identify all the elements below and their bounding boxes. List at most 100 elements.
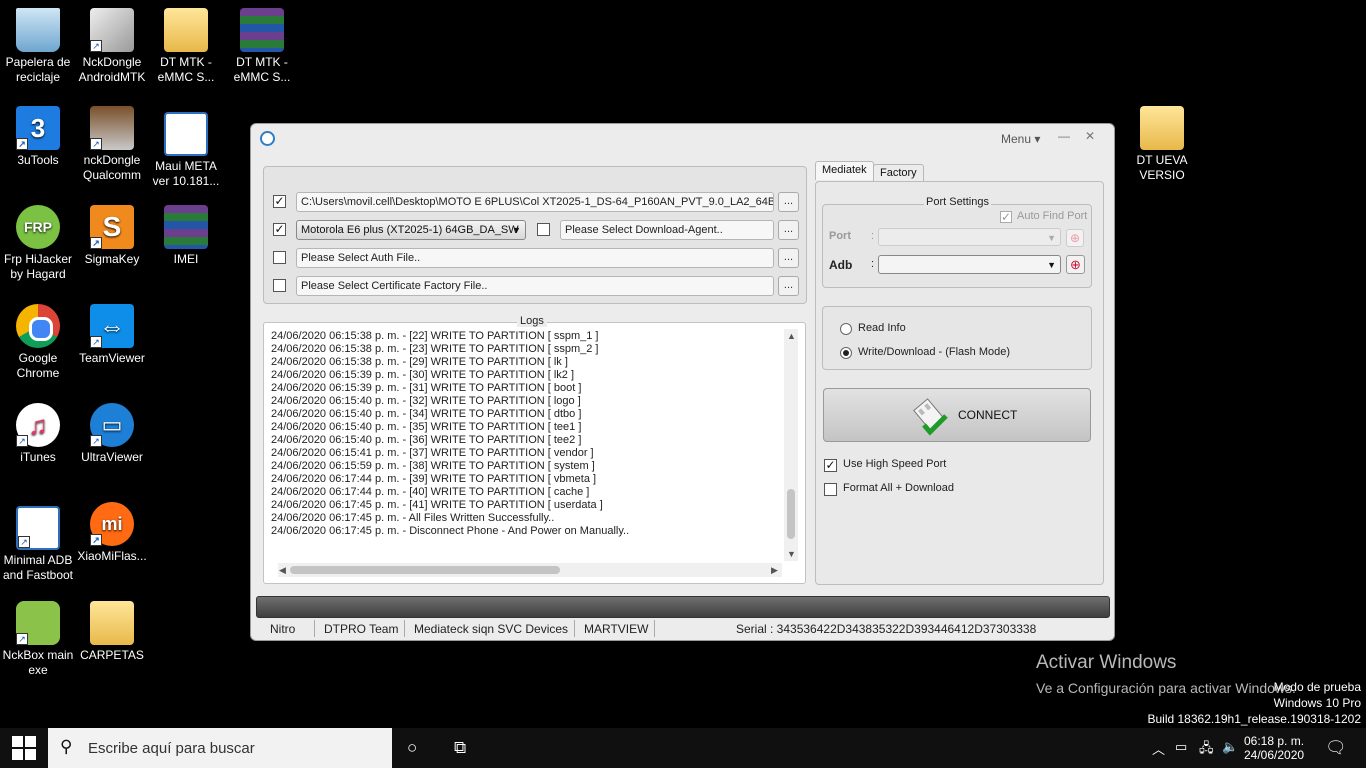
desktop-icon-chrome[interactable]: Google Chrome — [0, 304, 76, 381]
shortcut-arrow-icon: ↗ — [90, 40, 102, 52]
desktop-icon-recycle-bin[interactable]: Papelera de reciclaje — [0, 8, 76, 85]
minimize-button[interactable]: — — [1055, 130, 1073, 144]
folder-icon — [164, 8, 208, 52]
auth-checkbox[interactable] — [273, 251, 286, 264]
mode-group — [822, 306, 1092, 370]
shortcut-arrow-icon: ↗ — [16, 435, 28, 447]
tab-mediatek[interactable]: Mediatek — [815, 161, 874, 180]
logs-horizontal-scrollbar[interactable]: ◀ ▶ — [278, 563, 782, 577]
write-download-label: Write/Download - (Flash Mode) — [858, 346, 1011, 358]
adb-select[interactable]: ▼ — [878, 255, 1061, 274]
usb-connect-icon — [913, 398, 948, 436]
desktop-icon-nckdongle-qualcomm[interactable]: ↗ nckDongle Qualcomm — [74, 106, 150, 183]
maui-meta-icon — [164, 112, 208, 156]
desktop-icon-itunes[interactable]: ♫ ↗ iTunes — [0, 403, 76, 465]
desktop-icon-minimal-adb[interactable]: ↗ Minimal ADB and Fastboot — [0, 506, 76, 583]
desktop-icon-label: Minimal ADB and Fastboot — [2, 553, 74, 582]
desktop-icon-dt-ueva[interactable]: DT UEVA VERSIO — [1124, 106, 1200, 183]
high-speed-port-label: Use High Speed Port — [843, 458, 947, 470]
certificate-checkbox[interactable] — [273, 279, 286, 292]
preloader-checkbox[interactable]: ✓ — [273, 223, 286, 236]
desktop-icon-nckbox[interactable]: ↗ NckBox main exe — [0, 601, 76, 678]
log-lines: 24/06/2020 06:15:38 p. m. - [22] WRITE T… — [271, 330, 781, 538]
auto-find-port-checkbox[interactable]: ✓ — [1000, 211, 1012, 223]
status-team: DTPRO Team — [324, 622, 399, 636]
progress-bar — [256, 596, 1110, 618]
adb-refresh-button[interactable]: ⊕ — [1066, 255, 1085, 274]
xiaomi-icon: mi ↗ — [90, 502, 134, 546]
certificate-file-field[interactable]: Please Select Certificate Factory File.. — [296, 276, 774, 296]
scroll-down-icon[interactable]: ▼ — [787, 549, 796, 559]
browse-auth-button[interactable]: ... — [778, 248, 799, 268]
desktop-icon-carpetas[interactable]: CARPETAS — [74, 601, 150, 663]
browse-certificate-button[interactable]: ... — [778, 276, 799, 296]
desktop-icon-teamviewer[interactable]: ⇔ ↗ TeamViewer — [74, 304, 150, 366]
start-button[interactable] — [0, 728, 48, 768]
download-agent-checkbox[interactable] — [537, 223, 550, 236]
format-all-checkbox[interactable] — [824, 483, 837, 496]
desktop-icon-label: UltraViewer — [81, 450, 143, 464]
log-line: 24/06/2020 06:15:39 p. m. - [31] WRITE T… — [271, 382, 582, 394]
desktop-icon-frp-hijacker[interactable]: FRP Frp HiJacker by Hagard — [0, 205, 76, 282]
desktop-icon-ultraviewer[interactable]: ▭ ↗ UltraViewer — [74, 403, 150, 465]
close-button[interactable]: ✕ — [1081, 130, 1099, 144]
scatter-checkbox[interactable]: ✓ — [273, 195, 286, 208]
dropdown-arrow-icon: ▼ — [512, 225, 521, 235]
scroll-thumb[interactable] — [290, 566, 560, 574]
scroll-left-icon[interactable]: ◀ — [279, 565, 286, 576]
cortana-icon[interactable]: ○ — [407, 738, 417, 758]
desktop-icon-label: Google Chrome — [16, 351, 60, 380]
volume-icon[interactable]: 🔈 — [1222, 739, 1238, 755]
scroll-up-icon[interactable]: ▲ — [787, 331, 796, 341]
chevron-up-icon[interactable]: ︿ — [1152, 739, 1165, 758]
status-martview: MARTVIEW — [584, 622, 649, 636]
desktop-icon-imei[interactable]: IMEI — [148, 205, 224, 267]
shortcut-arrow-icon: ↗ — [90, 435, 102, 447]
status-divider — [654, 620, 655, 637]
network-icon[interactable]: 🖧 — [1199, 739, 1214, 761]
desktop-icon-label: NckDongle AndroidMTK — [78, 55, 146, 84]
scroll-thumb[interactable] — [787, 489, 795, 539]
desktop-icon-sigmakey[interactable]: S ↗ SigmaKey — [74, 205, 150, 267]
desktop-icon-label: Frp HiJacker by Hagard — [3, 252, 72, 281]
battery-icon[interactable]: ▭ — [1175, 739, 1187, 755]
scatter-path-field[interactable]: C:\Users\movil.cell\Desktop\MOTO E 6PLUS… — [296, 192, 774, 212]
logs-vertical-scrollbar[interactable]: ▲ ▼ — [784, 329, 798, 561]
download-agent-field[interactable]: Please Select Download-Agent.. — [560, 220, 774, 240]
winrar-icon — [240, 8, 284, 52]
port-refresh-button[interactable]: ⊕ — [1066, 229, 1084, 247]
desktop-icon-3utools[interactable]: 3 ↗ 3uTools — [0, 106, 76, 168]
desktop-icon-xiaomiflash[interactable]: mi ↗ XiaoMiFlas... — [74, 502, 150, 564]
menu-dropdown[interactable]: Menu ▾ — [1001, 132, 1040, 146]
log-line: 24/06/2020 06:15:40 p. m. - [32] WRITE T… — [271, 395, 581, 407]
chevron-down-icon: ▾ — [1034, 132, 1041, 146]
desktop-icon-maui-meta[interactable]: Maui META ver 10.181... — [148, 112, 224, 189]
log-line: 24/06/2020 06:17:45 p. m. - All Files Wr… — [271, 512, 555, 524]
port-select[interactable]: ▼ — [878, 228, 1061, 246]
task-view-icon[interactable]: ⧉ — [454, 738, 466, 758]
auth-file-field[interactable]: Please Select Auth File.. — [296, 248, 774, 268]
shortcut-arrow-icon: ↗ — [90, 237, 102, 249]
connect-label: CONNECT — [958, 408, 1018, 422]
connect-button[interactable]: CONNECT — [823, 388, 1091, 442]
browse-download-agent-button[interactable]: ... — [778, 220, 799, 240]
desktop-icon-dt-mtk-folder[interactable]: DT MTK -eMMC S... — [148, 8, 224, 85]
write-download-radio[interactable] — [840, 347, 852, 359]
scroll-right-icon[interactable]: ▶ — [771, 565, 778, 576]
notifications-icon[interactable]: 🗨 — [1325, 738, 1347, 758]
device-select[interactable]: Motorola E6 plus (XT2025-1) 64GB_DA_SW ▼ — [296, 220, 526, 240]
log-line: 24/06/2020 06:15:40 p. m. - [36] WRITE T… — [271, 434, 582, 446]
logs-box: 24/06/2020 06:15:38 p. m. - [22] WRITE T… — [263, 322, 806, 584]
taskbar-search-box[interactable]: ⚲ Escribe aquí para buscar — [48, 728, 392, 768]
shortcut-arrow-icon: ↗ — [90, 534, 102, 546]
desktop-icon-label: XiaoMiFlas... — [77, 549, 147, 563]
browse-scatter-button[interactable]: ... — [778, 192, 799, 212]
desktop-icon-label: CARPETAS — [80, 648, 144, 662]
high-speed-port-checkbox[interactable]: ✓ — [824, 459, 837, 472]
desktop-icon-label: Papelera de reciclaje — [5, 55, 71, 84]
desktop-icon-dt-mtk-rar[interactable]: DT MTK -eMMC S... — [224, 8, 300, 85]
desktop-icon-label: DT UEVA VERSIO — [1136, 153, 1188, 182]
clock[interactable]: 06:18 p. m. 24/06/2020 — [1244, 734, 1304, 762]
read-info-radio[interactable] — [840, 323, 852, 335]
desktop-icon-nckdongle-mtk[interactable]: ↗ NckDongle AndroidMTK — [74, 8, 150, 85]
